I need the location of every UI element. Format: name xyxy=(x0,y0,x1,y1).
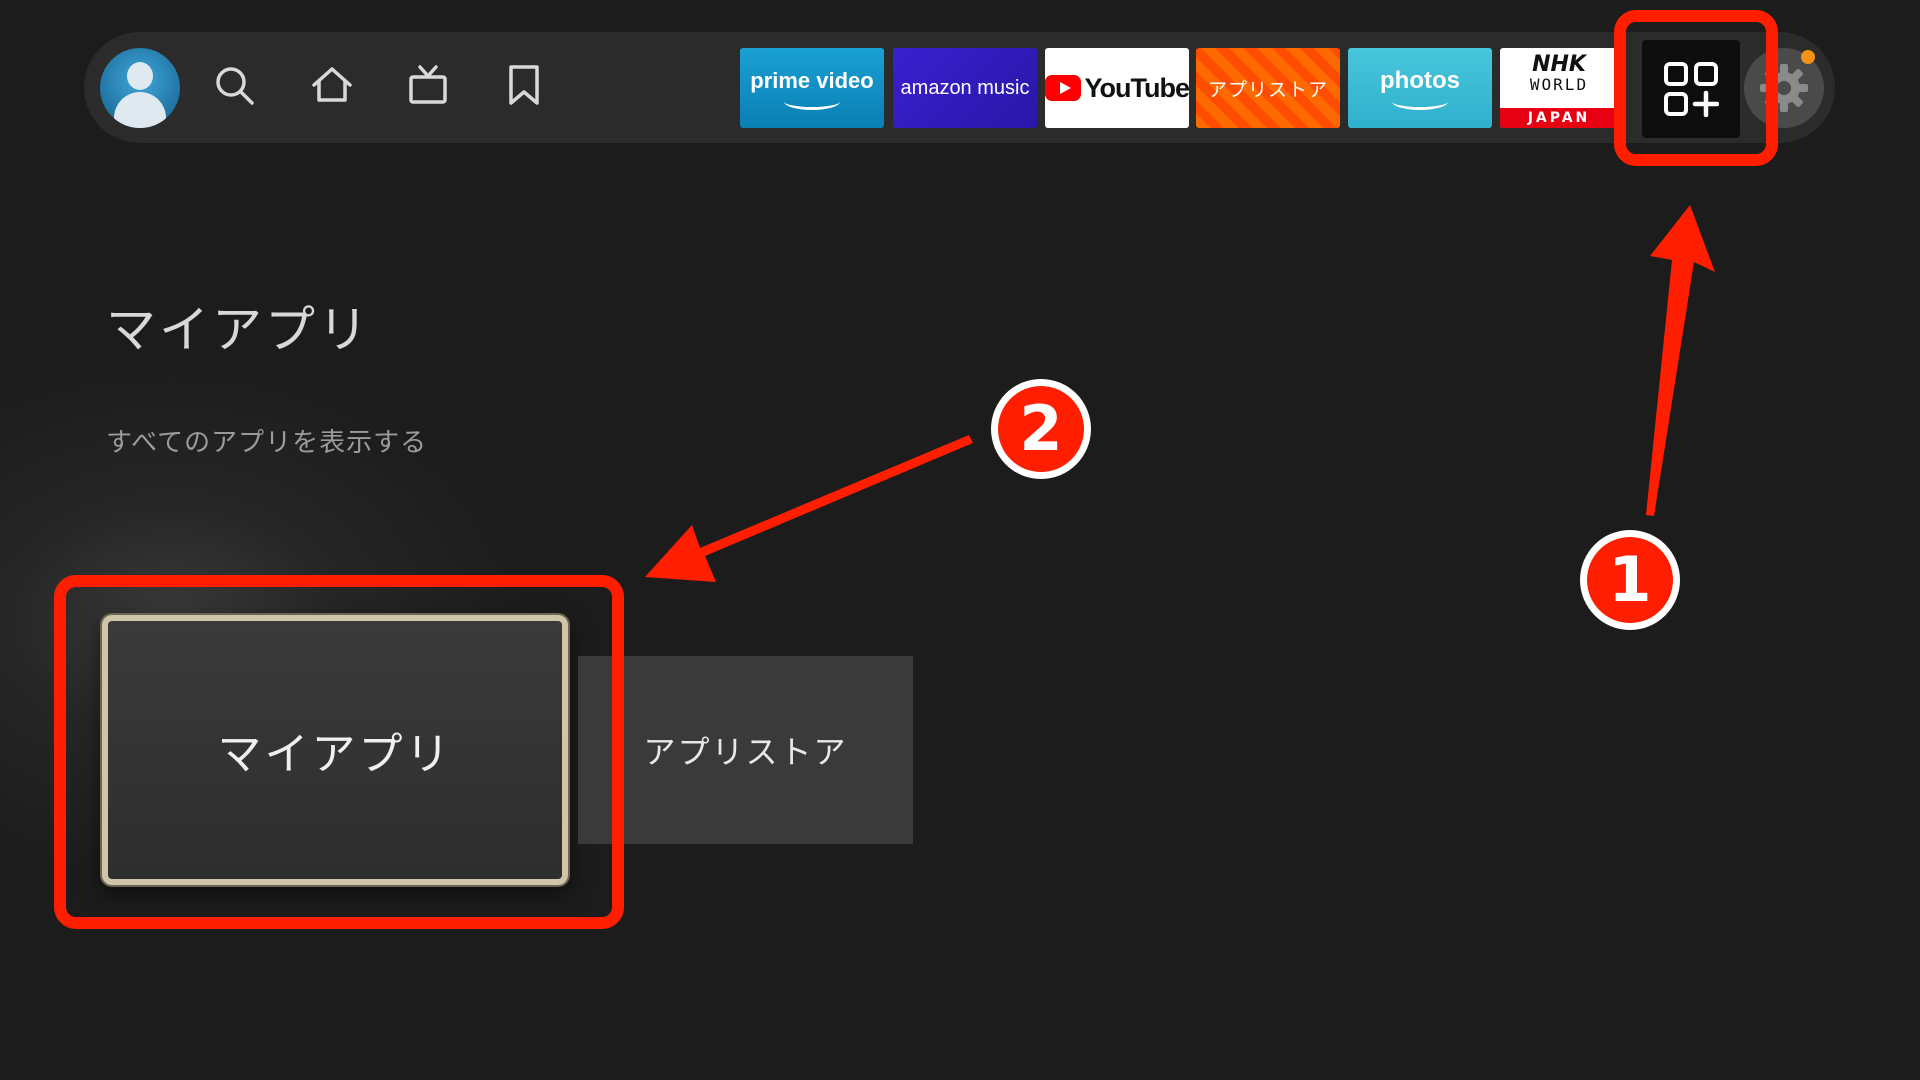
avatar-head xyxy=(127,62,153,90)
annotation-step-1-badge: 1 xyxy=(1580,530,1680,630)
youtube-logo-text: YouTube xyxy=(1084,72,1189,103)
notification-dot xyxy=(1801,50,1815,64)
appstore-tile-label: アプリストア xyxy=(1207,79,1328,101)
youtube-play-icon xyxy=(1045,75,1081,101)
app-tile-youtube[interactable]: YouTube xyxy=(1045,48,1189,128)
prime-video-logo-text: prime video xyxy=(750,68,874,93)
photos-smile-logo xyxy=(1392,93,1448,110)
annotation-arrow-1 xyxy=(1646,205,1715,516)
show-all-apps-link[interactable]: すべてのアプリを表示する xyxy=(106,422,427,459)
prime-smile-logo xyxy=(784,93,840,110)
page-title: マイアプリ xyxy=(106,301,371,359)
app-tile-amazon-music[interactable]: amazon music xyxy=(893,48,1037,128)
profile-avatar[interactable] xyxy=(100,48,180,128)
nhk-world-text: WORLD xyxy=(1529,75,1589,94)
annotation-arrow-2 xyxy=(645,435,973,582)
nhk-logo-text: NHK xyxy=(1532,52,1586,77)
fire-tv-screen: prime video amazon music YouTube アプリストア … xyxy=(0,0,1920,1080)
app-tile-nhk-world-japan[interactable]: NHK WORLD JAPAN xyxy=(1500,48,1618,128)
app-tile-prime-video[interactable]: prime video xyxy=(740,48,884,128)
app-tile-photos[interactable]: photos xyxy=(1348,48,1492,128)
annotation-step-1-number: 1 xyxy=(1608,543,1652,616)
nhk-japan-text: JAPAN xyxy=(1500,108,1618,128)
home-icon[interactable] xyxy=(310,63,354,107)
annotation-highlight-apps-button xyxy=(1614,10,1778,166)
live-tv-icon[interactable] xyxy=(406,63,450,107)
photos-logo-text: photos xyxy=(1380,67,1460,94)
appstore-card[interactable]: アプリストア xyxy=(578,656,913,844)
avatar-body xyxy=(114,92,166,128)
app-tile-appstore[interactable]: アプリストア xyxy=(1196,48,1340,128)
annotation-highlight-my-apps-card xyxy=(54,575,624,929)
bookmark-icon[interactable] xyxy=(502,63,546,107)
amazon-music-logo-text: amazon music xyxy=(900,76,1030,99)
appstore-card-label: アプリストア xyxy=(643,733,848,771)
annotation-step-2-badge: 2 xyxy=(991,379,1091,479)
annotation-step-2-number: 2 xyxy=(1019,392,1063,465)
search-icon[interactable] xyxy=(212,63,256,107)
